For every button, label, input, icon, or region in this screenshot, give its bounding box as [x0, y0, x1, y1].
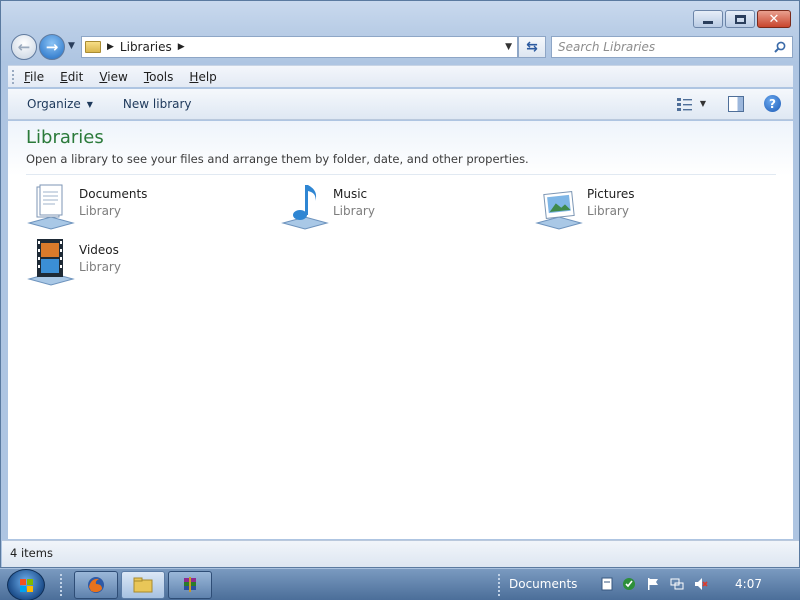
forward-arrow-icon: → [45, 38, 59, 56]
address-bar[interactable]: ▶ Libraries ▶ ▼ [81, 36, 518, 58]
navigation-row: ← → ▼ ▶ Libraries ▶ ▼ ⇆ [9, 33, 793, 61]
clock[interactable]: 4:07 [735, 577, 762, 591]
command-bar-right: ▼ ? [676, 95, 781, 112]
videos-library-icon [27, 239, 75, 286]
minimize-button[interactable] [693, 10, 723, 28]
preview-pane-icon[interactable] [728, 95, 744, 112]
library-text: Music Library [333, 181, 375, 233]
breadcrumb-arrow-icon[interactable]: ▶ [178, 42, 185, 52]
taskbar-grip[interactable] [60, 574, 64, 596]
windows-logo-icon [20, 579, 33, 592]
breadcrumb-arrow-icon[interactable]: ▶ [107, 42, 114, 52]
winrar-icon [184, 577, 196, 592]
page-subtitle: Open a library to see your files and arr… [26, 152, 529, 166]
organize-label: Organize [27, 97, 81, 111]
minimize-icon [703, 20, 713, 24]
library-name: Pictures [587, 187, 635, 201]
library-name: Documents [79, 187, 148, 201]
new-library-label: New library [122, 97, 192, 111]
breadcrumb-libraries[interactable]: Libraries [120, 40, 172, 54]
back-arrow-icon: ← [17, 38, 31, 56]
menu-file[interactable]: File [24, 70, 44, 84]
chevron-down-icon: ▼ [86, 99, 93, 109]
item-count: 4 items [10, 546, 53, 560]
music-library-icon [281, 185, 329, 230]
taskbar-toolbar-grip[interactable] [498, 574, 502, 596]
taskbar-explorer[interactable] [121, 571, 165, 599]
search-icon[interactable] [774, 41, 786, 53]
taskbar-firefox[interactable] [74, 571, 118, 599]
menu-tools[interactable]: Tools [144, 70, 174, 84]
refresh-icon: ⇆ [526, 39, 538, 55]
document-tray-icon[interactable] [600, 577, 614, 591]
menu-help[interactable]: Help [189, 70, 216, 84]
volume-muted-icon[interactable] [694, 577, 708, 591]
library-type: Library [333, 204, 375, 218]
libraries-folder-icon [85, 41, 101, 53]
start-button[interactable] [7, 569, 45, 600]
maximize-icon [734, 14, 746, 24]
library-item-pictures[interactable]: Pictures Library [533, 181, 773, 233]
close-button[interactable]: ✕ [757, 10, 791, 28]
explorer-icon [133, 577, 153, 593]
library-item-documents[interactable]: Documents Library [25, 181, 265, 233]
maximize-button[interactable] [725, 10, 755, 28]
action-center-flag-icon[interactable] [646, 577, 660, 591]
menu-grip[interactable] [12, 69, 16, 84]
library-type: Library [79, 204, 121, 218]
menu-edit[interactable]: Edit [60, 70, 83, 84]
caption-buttons: ✕ [691, 10, 791, 28]
library-name: Music [333, 187, 368, 201]
content-header: Libraries Open a library to see your fil… [8, 121, 793, 176]
library-text: Documents Library [79, 181, 147, 233]
library-type: Library [79, 260, 121, 274]
page-title: Libraries [26, 127, 104, 148]
taskbar: Documents 4:07 [0, 568, 800, 600]
firefox-icon [88, 577, 104, 593]
security-tray-icon[interactable] [622, 577, 636, 591]
forward-button[interactable]: → [39, 34, 65, 60]
help-icon[interactable]: ? [764, 95, 781, 112]
new-library-button[interactable]: New library [123, 97, 192, 111]
menu-bar: File Edit View Tools Help [8, 65, 793, 87]
content-area: Libraries Open a library to see your fil… [8, 121, 793, 539]
close-icon: ✕ [768, 11, 780, 27]
refresh-button[interactable]: ⇆ [518, 36, 546, 58]
library-type: Library [587, 204, 629, 218]
address-history-dropdown[interactable]: ▼ [505, 42, 512, 52]
documents-library-icon [27, 184, 75, 230]
search-input[interactable] [558, 40, 768, 54]
library-item-music[interactable]: Music Library [279, 181, 519, 233]
organize-button[interactable]: Organize ▼ [27, 97, 93, 111]
change-view-icon[interactable] [676, 96, 694, 112]
status-bar: 4 items [2, 540, 799, 567]
library-name: Videos [79, 243, 119, 257]
pictures-library-icon [535, 191, 583, 230]
library-text: Pictures Library [587, 181, 635, 233]
network-tray-icon[interactable] [670, 577, 684, 591]
search-box [551, 36, 793, 58]
back-button[interactable]: ← [11, 34, 37, 60]
library-text: Videos Library [79, 237, 121, 289]
documents-toolbar[interactable]: Documents [509, 577, 577, 591]
taskbar-winrar[interactable] [168, 571, 212, 599]
command-bar: Organize ▼ New library ▼ ? [8, 89, 793, 120]
library-item-videos[interactable]: Videos Library [25, 237, 265, 289]
recent-pages-button[interactable]: ▼ [68, 41, 75, 51]
explorer-window: ✕ ← → ▼ ▶ Libraries ▶ ▼ ⇆ File Edit View… [0, 0, 800, 568]
divider [26, 174, 776, 175]
views-dropdown[interactable]: ▼ [700, 99, 706, 108]
menu-view[interactable]: View [99, 70, 127, 84]
